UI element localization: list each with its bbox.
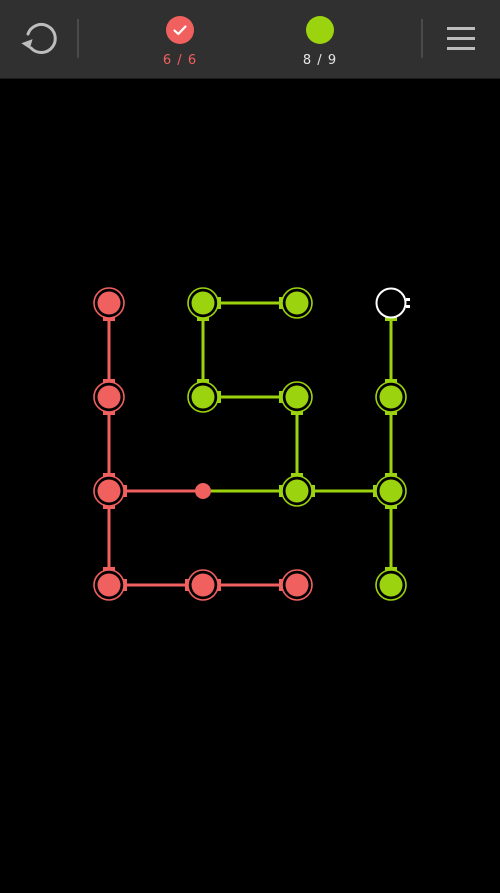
- node-r0c1[interactable]: [187, 287, 219, 319]
- undo-arrow-icon: [21, 23, 57, 54]
- green-status: 8 / 9: [280, 15, 360, 68]
- node-r1c1[interactable]: [187, 381, 219, 413]
- node-r2c0[interactable]: [93, 475, 125, 507]
- menu-button[interactable]: [440, 20, 482, 58]
- node-r2c1[interactable]: [195, 483, 211, 499]
- red-complete-badge: [166, 16, 194, 44]
- node-r3c0[interactable]: [93, 569, 125, 601]
- node-r1c3[interactable]: [375, 381, 407, 413]
- puzzle-board: [0, 79, 500, 889]
- red-count: 6 / 6: [162, 53, 198, 68]
- link-layer: [103, 297, 397, 591]
- node-r0c2[interactable]: [281, 287, 313, 319]
- node-r1c0[interactable]: [93, 381, 125, 413]
- node-r0c3[interactable]: [375, 287, 411, 319]
- node-r1c2[interactable]: [281, 381, 313, 413]
- toolbar-divider-right: [421, 19, 423, 58]
- hamburger-menu-icon: [447, 27, 475, 50]
- top-toolbar: 6 / 6 8 / 9: [0, 0, 500, 79]
- node-r3c2[interactable]: [281, 569, 313, 601]
- toolbar-divider-left: [77, 19, 79, 58]
- node-r3c3[interactable]: [375, 569, 407, 601]
- red-status: 6 / 6: [140, 15, 220, 68]
- undo-button[interactable]: [18, 18, 62, 60]
- node-r0c0[interactable]: [93, 287, 125, 319]
- node-r2c3[interactable]: [375, 475, 407, 507]
- node-r3c1[interactable]: [187, 569, 219, 601]
- node-r2c2[interactable]: [281, 475, 313, 507]
- green-progress-badge: [306, 16, 334, 44]
- green-count: 8 / 9: [302, 53, 338, 68]
- node-layer: [93, 287, 411, 601]
